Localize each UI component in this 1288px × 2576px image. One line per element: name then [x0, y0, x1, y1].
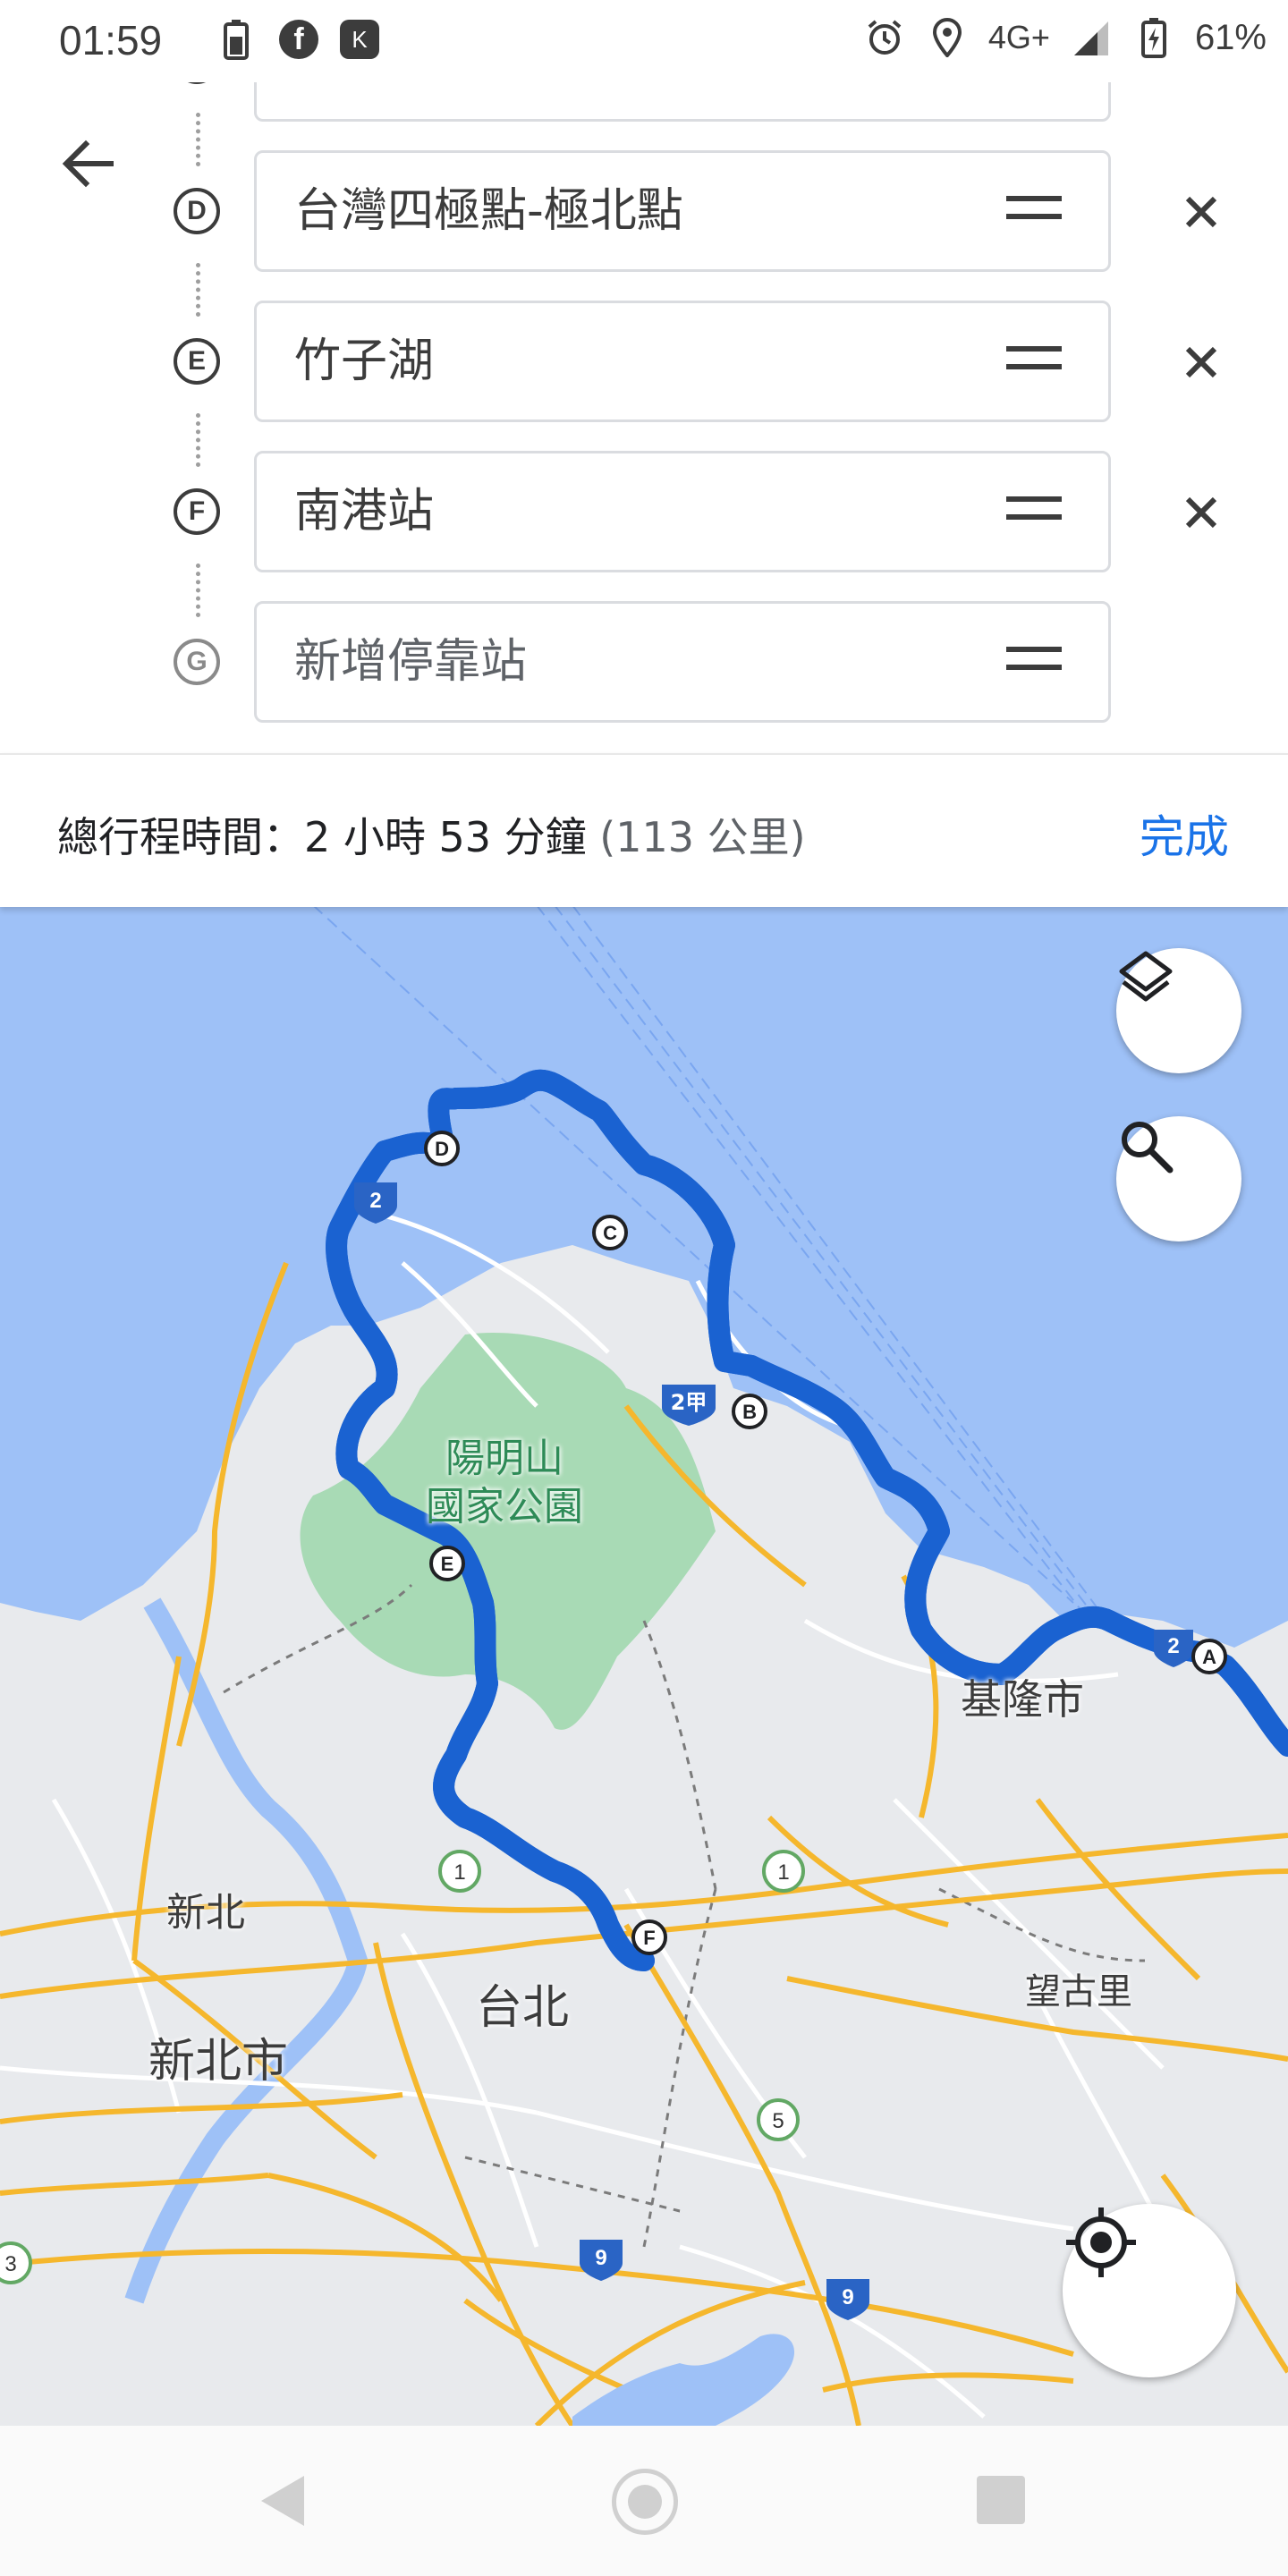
stop-field-d[interactable]: 台灣四極點-極北點	[254, 150, 1111, 272]
stop-marker-f: F	[174, 488, 220, 535]
close-icon	[1185, 346, 1217, 378]
svg-text:B: B	[742, 1401, 757, 1423]
directions-stops-panel: C 十八王公廟 D 台灣四極點-極北點 E 竹子湖 F 南港站	[0, 0, 1288, 751]
network-type: 4G+	[987, 19, 1050, 55]
stop-marker-g: G	[174, 639, 220, 685]
facebook-icon: f	[279, 20, 318, 59]
stop-name: 竹子湖	[294, 335, 435, 388]
my-location-button[interactable]	[1063, 2204, 1236, 2377]
stop-row-e: E 竹子湖	[0, 301, 1288, 426]
map-label-park: 陽明山 國家公園	[426, 1436, 583, 1530]
nav-back-button[interactable]	[256, 2472, 309, 2533]
status-bar: 01:59 f K 4G+ 61%	[0, 0, 1288, 82]
add-stop-placeholder: 新增停靠站	[294, 635, 528, 689]
back-triangle-icon	[261, 2476, 304, 2526]
route-marker-f: F	[631, 1919, 667, 1955]
route-marker-e: E	[429, 1546, 465, 1581]
close-icon	[1185, 496, 1217, 529]
status-right-icons: 4G+ 61%	[863, 16, 1267, 59]
status-left-icons: f K	[215, 18, 379, 61]
remove-stop-button[interactable]	[1179, 340, 1224, 385]
alarm-icon	[863, 16, 906, 59]
svg-text:5: 5	[772, 2109, 784, 2133]
map-label-new-taipei-city: 新北市	[148, 2035, 289, 2089]
trip-summary-bar: 總行程時間：2 小時 53 分鐘 (113 公里) 完成	[0, 753, 1288, 907]
svg-text:F: F	[643, 1927, 655, 1949]
drag-handle-icon[interactable]	[1006, 346, 1062, 377]
map-view[interactable]: 2 2甲 2 1 1 5 9 9 3 A B C D E F 陽明山 國家公園 …	[0, 905, 1288, 2426]
system-navigation-bar	[0, 2426, 1288, 2576]
battery-charging-icon	[1132, 16, 1175, 59]
home-circle-icon[interactable]	[612, 2469, 678, 2535]
drag-handle-icon[interactable]	[1006, 647, 1062, 677]
battery-saver-icon	[215, 18, 258, 61]
road-shield-1-left: 1	[438, 1850, 481, 1893]
road-shield-1-right: 1	[762, 1850, 805, 1893]
total-distance: (113 公里)	[599, 813, 806, 861]
svg-text:A: A	[1202, 1646, 1216, 1668]
stop-field-f[interactable]: 南港站	[254, 451, 1111, 572]
close-icon	[1185, 196, 1217, 228]
stop-field-e[interactable]: 竹子湖	[254, 301, 1111, 422]
total-trip-time: 總行程時間：2 小時 53 分鐘	[57, 813, 587, 861]
arrow-back-icon	[62, 140, 114, 188]
trip-summary: 總行程時間：2 小時 53 分鐘 (113 公里)	[57, 805, 806, 864]
stop-row-d: D 台灣四極點-極北點	[0, 150, 1288, 275]
map-canvas: 2 2甲 2 1 1 5 9 9 3 A B C D E F	[0, 905, 1288, 2426]
stop-marker-d: D	[174, 188, 220, 234]
road-shield-5: 5	[757, 2098, 800, 2141]
svg-text:3: 3	[4, 2252, 16, 2276]
svg-text:E: E	[441, 1553, 454, 1575]
battery-level: 61%	[1194, 17, 1267, 57]
map-label-new-taipei-short: 新北	[166, 1890, 245, 1936]
stop-row-g: G 新增停靠站	[0, 601, 1288, 726]
road-shield-3: 3	[0, 2241, 32, 2284]
map-label-wanggu: 望古里	[1025, 1971, 1132, 2012]
status-time: 01:59	[59, 17, 163, 64]
add-stop-field[interactable]: 新增停靠站	[254, 601, 1111, 723]
svg-text:1: 1	[453, 1860, 465, 1885]
remove-stop-button[interactable]	[1179, 490, 1224, 535]
layers-button[interactable]	[1116, 948, 1241, 1073]
layers-icon	[1119, 951, 1173, 1002]
svg-text:9: 9	[595, 2246, 606, 2270]
svg-text:2: 2	[1167, 1634, 1179, 1658]
svg-text:D: D	[435, 1138, 449, 1160]
svg-text:2甲: 2甲	[671, 1390, 708, 1415]
svg-text:9: 9	[842, 2285, 853, 2309]
stop-marker-e: E	[174, 338, 220, 385]
svg-text:2: 2	[369, 1189, 381, 1213]
k-app-icon: K	[340, 20, 379, 59]
stop-name: 南港站	[294, 485, 435, 538]
svg-text:1: 1	[777, 1860, 789, 1885]
location-icon	[926, 16, 969, 59]
drag-handle-icon[interactable]	[1006, 496, 1062, 527]
map-label-taipei: 台北	[476, 1981, 570, 2035]
my-location-icon	[1066, 2207, 1136, 2277]
done-button[interactable]: 完成	[1140, 801, 1229, 866]
route-marker-c: C	[592, 1215, 628, 1250]
recents-square-icon[interactable]	[977, 2476, 1025, 2524]
signal-icon	[1070, 16, 1113, 59]
search-along-route-button[interactable]	[1116, 1116, 1241, 1241]
stop-row-f: F 南港站	[0, 451, 1288, 576]
route-marker-d: D	[424, 1131, 460, 1166]
svg-text:C: C	[603, 1222, 617, 1244]
route-marker-b: B	[732, 1394, 767, 1429]
remove-stop-button[interactable]	[1179, 190, 1224, 234]
search-icon	[1122, 1122, 1174, 1174]
drag-handle-icon[interactable]	[1006, 196, 1062, 226]
stop-name: 台灣四極點-極北點	[294, 184, 683, 238]
map-label-keelung: 基隆市	[961, 1675, 1084, 1724]
route-marker-a: A	[1191, 1639, 1227, 1674]
back-button[interactable]	[57, 132, 120, 195]
